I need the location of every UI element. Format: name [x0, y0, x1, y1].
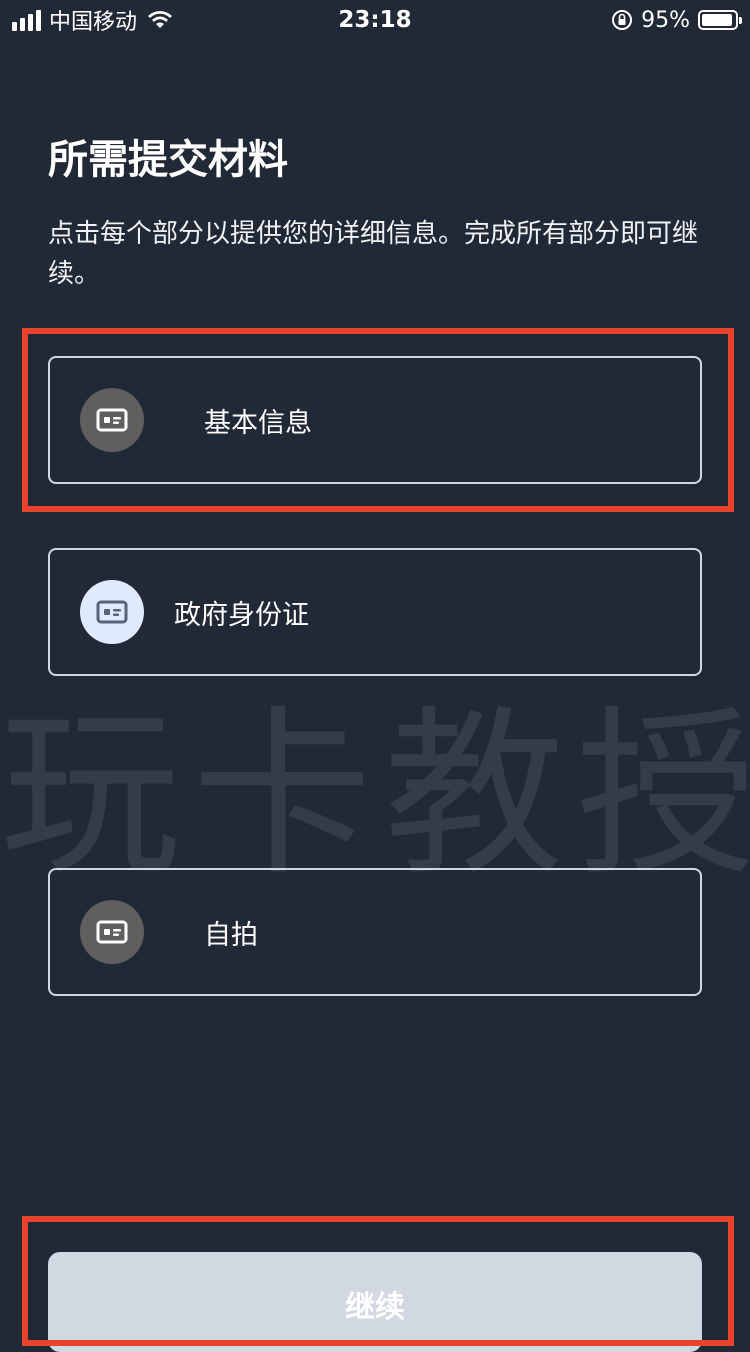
continue-button[interactable]: 继续 — [48, 1252, 702, 1352]
section-icon-circle — [80, 580, 144, 644]
section-label: 政府身份证 — [174, 599, 309, 631]
id-card-icon — [96, 600, 128, 624]
section-label: 自拍 — [204, 919, 258, 951]
battery-icon — [698, 10, 742, 30]
rotation-lock-icon — [612, 10, 633, 30]
section-label: 基本信息 — [204, 407, 312, 439]
status-right: 95% — [611, 6, 742, 34]
id-card-icon — [96, 408, 128, 432]
status-bar: 中国移动 23:18 95% — [0, 0, 750, 40]
section-basic-info[interactable]: 基本信息 — [48, 356, 702, 484]
watermark: 玩卡教授 — [0, 691, 750, 900]
section-icon-circle — [80, 900, 144, 964]
page-title: 所需提交材料 — [48, 137, 288, 183]
battery-percent: 95% — [641, 7, 690, 33]
page-subtitle: 点击每个部分以提供您的详细信息。完成所有部分即可继续。 — [48, 219, 699, 289]
id-card-icon — [96, 920, 128, 944]
section-selfie[interactable]: 自拍 — [48, 868, 702, 996]
section-government-id[interactable]: 政府身份证 — [48, 548, 702, 676]
battery-fill — [702, 14, 732, 26]
section-icon-circle — [80, 388, 144, 452]
